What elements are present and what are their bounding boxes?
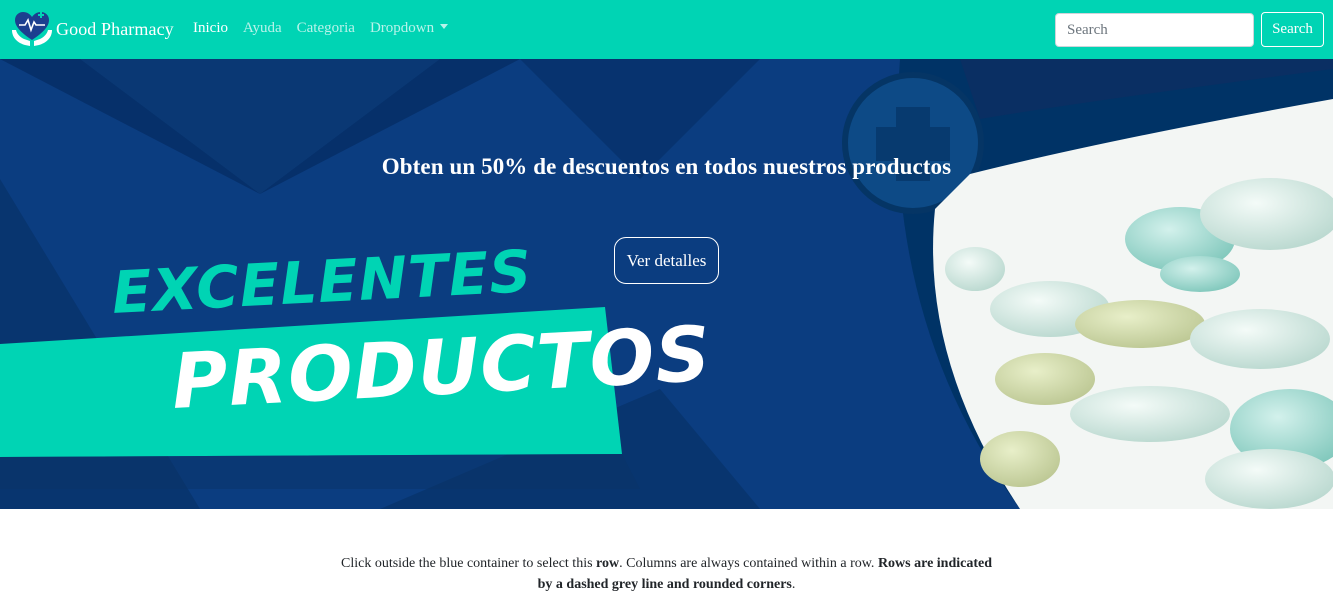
row-info-text: Click outside the blue container to sele… xyxy=(340,553,993,595)
nav-dropdown-toggle[interactable]: Dropdown xyxy=(369,20,449,37)
search-button[interactable]: Search xyxy=(1261,12,1324,47)
brand-name: Good Pharmacy xyxy=(56,18,174,39)
nav-link-ayuda[interactable]: Ayuda xyxy=(243,20,282,37)
row-info-text-part2: . Columns are always contained within a … xyxy=(619,556,878,571)
row-info-text-bold-row: row xyxy=(596,556,620,571)
search-input[interactable] xyxy=(1055,13,1254,47)
main-nav: Inicio Ayuda Categoria Dropdown xyxy=(193,20,463,37)
nav-dropdown-label: Dropdown xyxy=(369,20,435,36)
navbar: Good Pharmacy Inicio Ayuda Categoria Dro… xyxy=(0,0,1333,59)
ver-detalles-button[interactable]: Ver detalles xyxy=(614,237,719,284)
caret-down-icon xyxy=(440,24,449,29)
hero-banner: EXCELENTES PRODUCTOS Obten un 50% de des… xyxy=(0,59,1333,509)
row-info-text-part1: Click outside the blue container to sele… xyxy=(340,556,597,571)
heart-hands-logo-icon xyxy=(12,12,52,46)
nav-link-inicio[interactable]: Inicio xyxy=(193,20,228,37)
brand-link[interactable]: Good Pharmacy xyxy=(10,10,174,48)
nav-link-categoria[interactable]: Categoria xyxy=(297,20,355,37)
hero-title: Obten un 50% de descuentos en todos nues… xyxy=(381,154,952,179)
